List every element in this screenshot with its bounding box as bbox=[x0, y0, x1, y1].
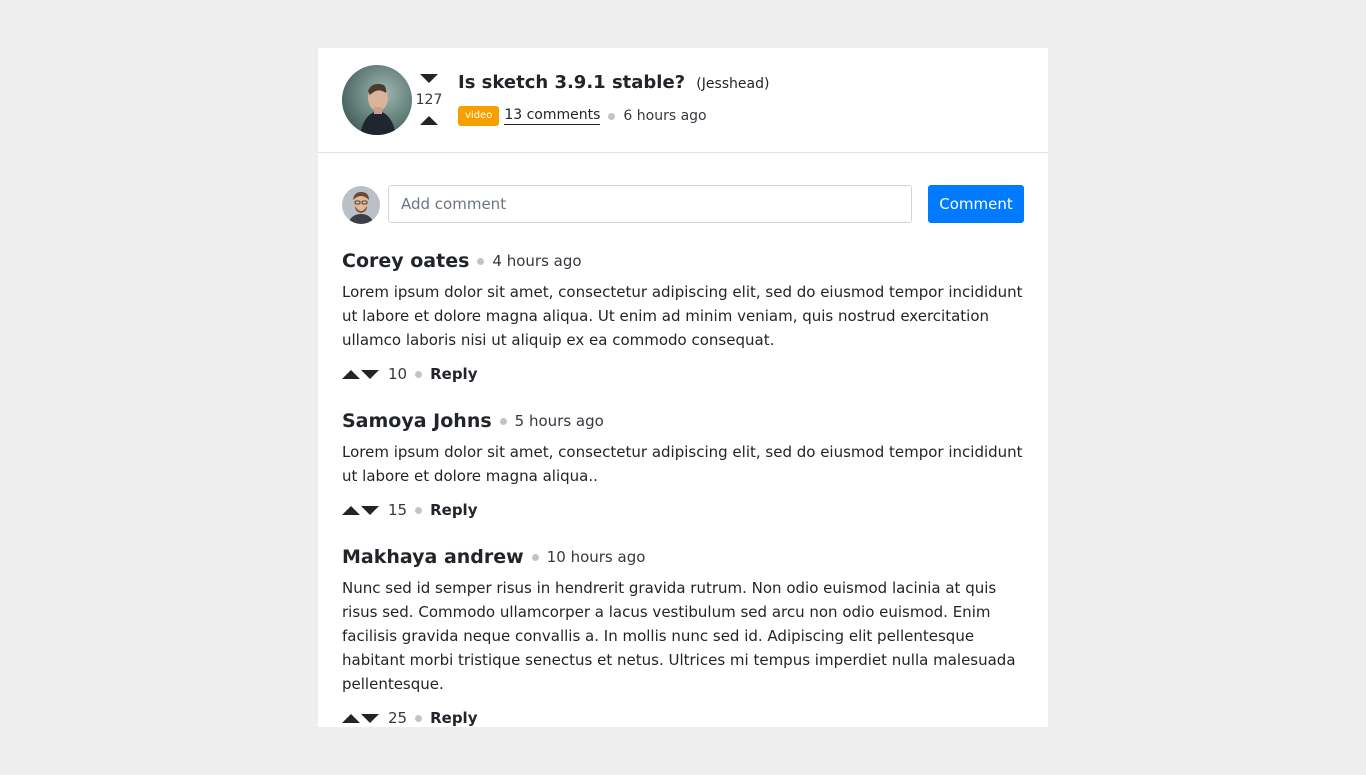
downvote-icon[interactable] bbox=[361, 369, 379, 379]
upvote-icon[interactable] bbox=[342, 369, 360, 379]
comment-header: Samoya Johns 5 hours ago bbox=[342, 408, 1028, 434]
comment-composer: Comment bbox=[342, 185, 1024, 224]
dot-icon bbox=[415, 506, 423, 514]
comment-actions: 25 Reply bbox=[342, 706, 1028, 730]
comment-body: Lorem ipsum dolor sit amet, consectetur … bbox=[342, 283, 1023, 349]
downvote-icon[interactable] bbox=[420, 74, 438, 83]
comment-header: Corey oates 4 hours ago bbox=[342, 248, 1028, 274]
comment-vote-count: 10 bbox=[388, 365, 408, 383]
upvote-icon[interactable] bbox=[342, 505, 360, 515]
comment-author[interactable]: Corey oates bbox=[342, 250, 469, 272]
comment-time: 10 hours ago bbox=[546, 548, 646, 566]
post-header: 127 Is sketch 3.9.1 stable? (Jesshead) v… bbox=[318, 48, 1048, 153]
comment-item: Corey oates 4 hours ago Lorem ipsum dolo… bbox=[342, 248, 1028, 386]
post-time: 6 hours ago bbox=[623, 108, 707, 124]
post-title-row: Is sketch 3.9.1 stable? (Jesshead) bbox=[458, 72, 769, 93]
user-avatar bbox=[342, 186, 380, 224]
dot-icon bbox=[415, 370, 423, 378]
dot-icon bbox=[415, 714, 423, 722]
comment-vote-count: 25 bbox=[388, 709, 408, 727]
reply-button[interactable]: Reply bbox=[430, 365, 477, 383]
upvote-icon[interactable] bbox=[420, 116, 438, 125]
author-avatar-image bbox=[342, 65, 412, 135]
comment-item: Samoya Johns 5 hours ago Lorem ipsum dol… bbox=[342, 408, 1028, 522]
comment-header: Makhaya andrew 10 hours ago bbox=[342, 544, 1028, 570]
comment-vote-count: 15 bbox=[388, 501, 408, 519]
comment-body: Nunc sed id semper risus in hendrerit gr… bbox=[342, 579, 1016, 693]
comment-time: 5 hours ago bbox=[514, 412, 604, 430]
downvote-icon[interactable] bbox=[361, 713, 379, 723]
post-title[interactable]: Is sketch 3.9.1 stable? bbox=[458, 72, 685, 93]
comment-actions: 15 Reply bbox=[342, 498, 1028, 522]
post-vote-box: 127 bbox=[416, 74, 442, 128]
comment-body: Lorem ipsum dolor sit amet, consectetur … bbox=[342, 443, 1023, 485]
post-vote-count: 127 bbox=[415, 92, 443, 108]
video-badge: video bbox=[458, 106, 500, 126]
post-card: 127 Is sketch 3.9.1 stable? (Jesshead) v… bbox=[318, 48, 1048, 727]
downvote-icon[interactable] bbox=[361, 505, 379, 515]
comment-input[interactable] bbox=[388, 185, 912, 223]
user-avatar-image bbox=[342, 186, 380, 224]
comment-author[interactable]: Samoya Johns bbox=[342, 410, 492, 432]
post-meta: video 13 comments 6 hours ago bbox=[458, 106, 707, 126]
reply-button[interactable]: Reply bbox=[430, 709, 477, 727]
dot-icon bbox=[477, 257, 485, 265]
comment-button[interactable]: Comment bbox=[928, 185, 1024, 223]
reply-button[interactable]: Reply bbox=[430, 501, 477, 519]
comments-count-link[interactable]: 13 comments bbox=[504, 107, 601, 125]
post-author: (Jesshead) bbox=[696, 76, 770, 92]
upvote-icon[interactable] bbox=[342, 713, 360, 723]
dot-icon bbox=[531, 553, 539, 561]
comment-time: 4 hours ago bbox=[492, 252, 582, 270]
comment-item: Makhaya andrew 10 hours ago Nunc sed id … bbox=[342, 544, 1028, 730]
author-avatar[interactable] bbox=[342, 65, 412, 135]
comment-author[interactable]: Makhaya andrew bbox=[342, 546, 524, 568]
dot-icon bbox=[608, 112, 616, 120]
dot-icon bbox=[499, 417, 507, 425]
comment-actions: 10 Reply bbox=[342, 362, 1028, 386]
